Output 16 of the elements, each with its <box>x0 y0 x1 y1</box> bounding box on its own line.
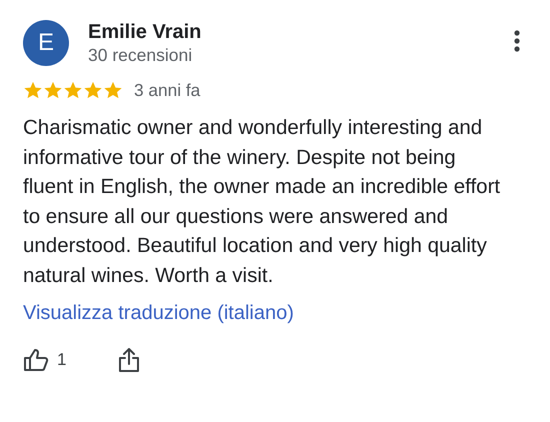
thumbs-up-icon <box>23 348 49 372</box>
star-icon <box>43 81 63 100</box>
star-icon <box>83 81 103 100</box>
avatar[interactable]: E <box>23 20 69 66</box>
share-icon <box>118 347 140 373</box>
star-icon <box>23 81 43 100</box>
star-icon <box>103 81 123 100</box>
like-button[interactable]: 1 <box>23 348 66 372</box>
more-icon <box>514 30 520 52</box>
review-time: 3 anni fa <box>134 80 200 101</box>
review-text: Charismatic owner and wonderfully interesting and informative tour of the winery. Despite not being fluent in English, the owner made an incredible effort to ensure all our questions were answered and understood. Beautiful location and very high quality natural wines. Worth a visit. <box>23 115 502 288</box>
translate-link[interactable]: Visualizza traduzione (italiano) <box>23 302 294 325</box>
author-name: Emilie Vrain <box>88 20 202 44</box>
star-icon <box>63 81 83 100</box>
share-button[interactable] <box>118 347 140 373</box>
review-count: 30 recensioni <box>88 44 194 66</box>
